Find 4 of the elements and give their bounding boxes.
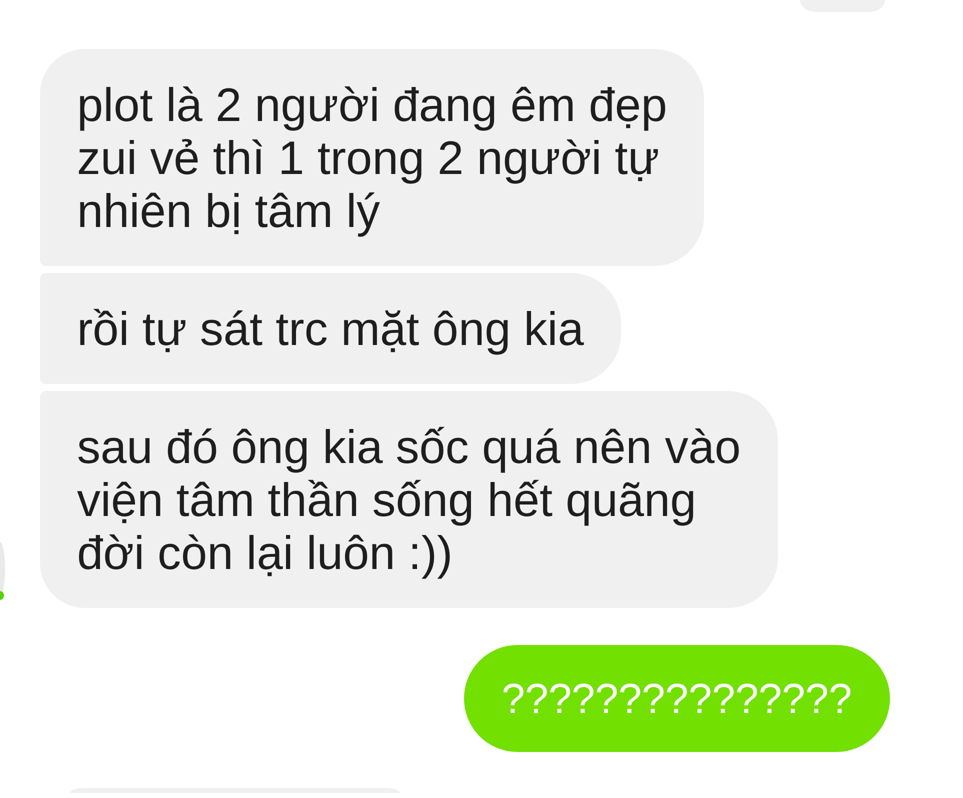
received-message: plot là 2 người đang êm đẹp zui vẻ thì 1 trong 2 người tự nhiên bị tâm lý	[40, 49, 704, 266]
received-message: sau đó ông kia sốc quá nên vào viện tâm thần sống hết quãng đời còn lại luôn :))	[40, 391, 778, 608]
sent-message: ???????????????	[464, 645, 890, 752]
received-message: rồi tự sát trc mặt ông kia	[40, 273, 621, 384]
